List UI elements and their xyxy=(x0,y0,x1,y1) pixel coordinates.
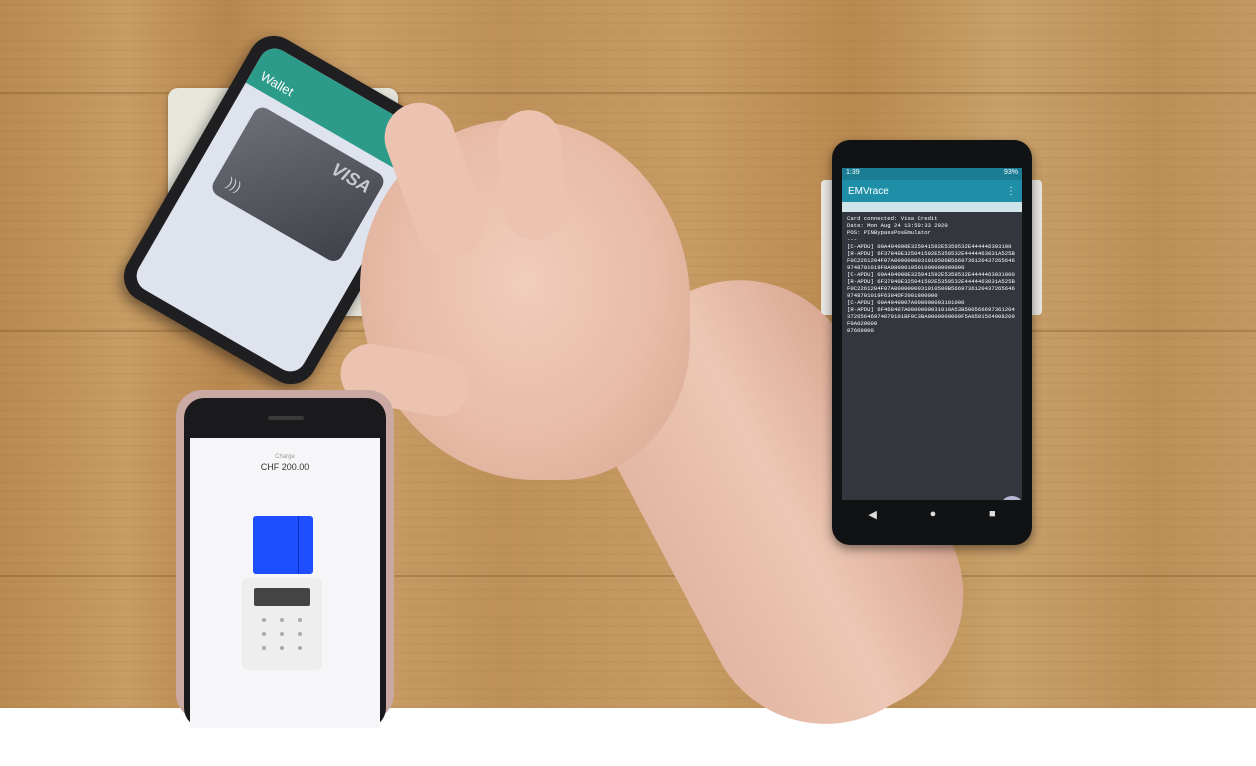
card-graphic xyxy=(253,516,313,574)
reader-key xyxy=(280,632,284,636)
iphone: Charge CHF 200.00 xyxy=(176,390,394,728)
battery-level: 93% xyxy=(1003,169,1018,176)
charge-amount: CHF 200.00 xyxy=(260,462,310,472)
reader-key xyxy=(262,618,266,622)
home-icon[interactable]: ● xyxy=(930,508,937,520)
log-line: Card connected: Visa Credit xyxy=(847,215,938,222)
more-vert-icon[interactable]: ⋮ xyxy=(1006,186,1016,197)
android-nav-bar: ◀ ● ■ xyxy=(842,500,1022,528)
log-line: --- xyxy=(847,236,858,243)
app-bar: EMVrace ⋮ xyxy=(842,180,1022,202)
android-phone: 1:39 93% EMVrace ⋮ Card connected: Visa … xyxy=(832,140,1032,545)
finger xyxy=(494,107,570,243)
reader-key xyxy=(298,618,302,622)
iphone-speaker xyxy=(268,416,304,420)
reader-graphic xyxy=(242,578,322,670)
reader-key xyxy=(262,632,266,636)
log-line: [R-APDU] 6F37840E325041592E5359532E44444… xyxy=(847,278,1015,299)
reader-key xyxy=(298,632,302,636)
back-icon[interactable]: ◀ xyxy=(868,508,876,521)
log-line: [C-APDU] 00A404000E325041592E5359532E444… xyxy=(847,271,1015,278)
visa-logo: VISA xyxy=(327,158,375,198)
reader-display xyxy=(254,588,310,606)
recent-apps-icon[interactable]: ■ xyxy=(989,508,996,520)
card-stripe xyxy=(298,516,299,574)
status-bar: 1:39 93% xyxy=(842,168,1022,180)
reader-key xyxy=(280,646,284,650)
tab-strip[interactable] xyxy=(842,202,1022,212)
log-line: [R-APDU] 6F37840E325041592E5359532E44444… xyxy=(847,250,1015,271)
log-line: Date: Mon Aug 24 13:59:33 2020 xyxy=(847,222,948,229)
app-title: EMVrace xyxy=(848,186,889,197)
iphone-status-bar xyxy=(190,438,380,448)
log-line: 07669000 xyxy=(847,327,874,334)
reader-key xyxy=(298,646,302,650)
iphone-body: Charge CHF 200.00 xyxy=(184,398,386,728)
reader-key xyxy=(280,618,284,622)
log-line: POS: PINBypassPosEmulator xyxy=(847,229,931,236)
emvrace-screen: 1:39 93% EMVrace ⋮ Card connected: Visa … xyxy=(842,168,1022,500)
charge-label: Charge xyxy=(275,454,295,460)
status-time: 1:39 xyxy=(846,169,860,176)
wallet-app-title: Wallet xyxy=(257,68,297,100)
log-line: [C-APDU] 00A4040007A000000003101000 xyxy=(847,299,965,306)
apdu-log: Card connected: Visa Credit Date: Mon Au… xyxy=(842,212,1022,337)
contactless-icon: ))) xyxy=(224,174,245,195)
log-line: [C-APDU] 00A404000E325041592E5359532E444… xyxy=(847,243,1012,250)
pos-app-screen: Charge CHF 200.00 xyxy=(190,438,380,728)
log-line: [R-APDU] 6F468407A0000000031010A53B50056… xyxy=(847,306,1015,327)
reader-key xyxy=(262,646,266,650)
